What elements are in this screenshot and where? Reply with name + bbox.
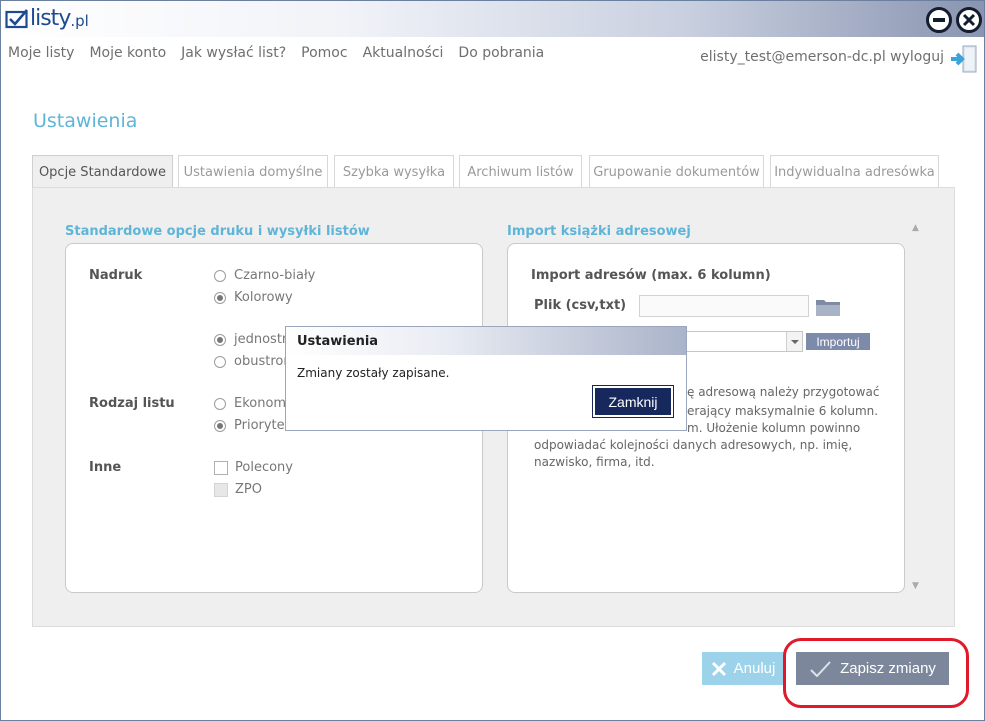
option-obustronny[interactable]: obustron (214, 354, 292, 369)
envelope-check-icon (5, 9, 28, 29)
option-kolorowy[interactable]: Kolorowy (214, 290, 293, 305)
option-label: obustron (234, 354, 292, 369)
menu-item-moje-konto[interactable]: Moje konto (89, 45, 166, 61)
tab-indywidualna-adresowka[interactable]: Indywidualna adresówka (770, 155, 939, 188)
close-icon (962, 13, 976, 27)
print-options-title: Standardowe opcje druku i wysyłki listów (65, 224, 370, 239)
save-button[interactable]: Zapisz zmiany (796, 652, 949, 685)
x-icon (711, 661, 726, 676)
rodzaj-listu-label: Rodzaj listu (89, 396, 175, 411)
confirmation-dialog: Ustawienia Zmiany zostały zapisane. Zamk… (285, 326, 687, 431)
app-window: listy .pl Moje listy Moje konto Jak wysł… (0, 0, 985, 721)
menu-item-pomoc[interactable]: Pomoc (301, 45, 347, 61)
user-logout-link[interactable]: elisty_test@emerson-dc.pl wyloguj (700, 49, 944, 65)
main-menu: Moje listy Moje konto Jak wysłać list? P… (8, 45, 559, 61)
radio-ekonomiczny[interactable] (214, 397, 226, 410)
title-bar: listy .pl (1, 1, 984, 37)
tab-opcje-standardowe[interactable]: Opcje Standardowe (32, 155, 173, 189)
radio-priorytetowy[interactable] (214, 419, 226, 432)
import-heading: Import adresów (max. 6 kolumn) (531, 268, 771, 283)
file-path-input[interactable] (639, 295, 809, 317)
menu-item-jak-wyslac[interactable]: Jak wysłać list? (181, 45, 286, 61)
description-line-5: nazwisko, firma, itd. (534, 455, 655, 469)
tab-ustawienia-domyslne[interactable]: Ustawienia domyślne (178, 155, 328, 188)
cancel-button[interactable]: Anuluj (702, 652, 784, 685)
page-title: Ustawienia (33, 110, 138, 132)
checkmark-icon (810, 660, 831, 677)
minus-icon (933, 18, 945, 22)
checkbox-zpo (214, 482, 228, 497)
option-jednostronny[interactable]: jednostro (214, 332, 295, 347)
radio-kolorowy[interactable] (214, 291, 226, 304)
logo: listy .pl (5, 5, 89, 33)
menu-item-moje-listy[interactable]: Moje listy (8, 45, 74, 61)
close-window-button[interactable] (956, 7, 982, 33)
option-polecony[interactable]: Polecony (214, 460, 293, 475)
option-label: Kolorowy (234, 290, 293, 305)
tab-archiwum-listow[interactable]: Archiwum listów (459, 155, 582, 188)
file-label: Plik (csv,txt) (534, 298, 627, 313)
tab-szybka-wysylka[interactable]: Szybka wysyłka (334, 155, 454, 188)
scroll-up-arrow-icon[interactable]: ▲ (912, 223, 920, 233)
minimize-button[interactable] (926, 7, 952, 33)
dialog-title: Ustawienia (286, 327, 686, 355)
option-zpo: ZPO (214, 482, 262, 497)
radio-jednostronny[interactable] (214, 333, 226, 346)
radio-czarno-bialy[interactable] (214, 269, 226, 282)
import-button[interactable]: Importuj (806, 333, 870, 350)
menu-item-do-pobrania[interactable]: Do pobrania (458, 45, 544, 61)
checkbox-polecony[interactable] (214, 460, 228, 475)
logout-icon[interactable] (949, 44, 979, 74)
logo-suffix: .pl (70, 12, 89, 30)
option-label: Czarno-biały (234, 268, 316, 283)
save-label: Zapisz zmiany (840, 660, 936, 677)
scroll-down-arrow-icon[interactable]: ▼ (912, 581, 920, 591)
inne-label: Inne (89, 460, 122, 475)
chevron-down-icon[interactable] (786, 332, 802, 351)
dialog-message: Zmiany zostały zapisane. (297, 366, 450, 380)
folder-icon[interactable] (815, 297, 841, 317)
import-title: Import książki adresowej (507, 224, 691, 239)
menu-item-aktualnosci[interactable]: Aktualności (363, 45, 444, 61)
option-priorytetowy[interactable]: Prioryte (214, 418, 285, 433)
option-label: ZPO (235, 482, 262, 497)
option-label: Prioryte (234, 418, 285, 433)
option-czarno-bialy[interactable]: Czarno-biały (214, 268, 315, 283)
dialog-close-button[interactable]: Zamknij (592, 385, 674, 418)
cancel-label: Anuluj (733, 660, 776, 677)
logo-text: listy (30, 6, 71, 31)
option-label: Polecony (235, 460, 293, 475)
tab-grupowanie-dokumentow[interactable]: Grupowanie dokumentów (589, 155, 764, 188)
nadruk-label: Nadruk (89, 268, 143, 283)
radio-obustronny[interactable] (214, 355, 226, 368)
description-line-1: ę adresową należy przygotować (687, 385, 880, 399)
